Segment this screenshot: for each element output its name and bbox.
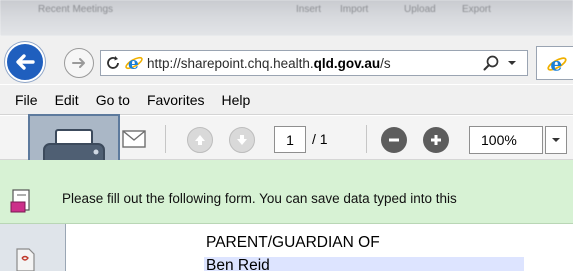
- ribbon-label: Upload: [404, 4, 436, 15]
- menu-file[interactable]: File: [15, 92, 38, 108]
- parent-guardian-value: Ben Reid: [206, 257, 270, 271]
- menu-bar: File Edit Go to Favorites Help: [0, 85, 573, 115]
- ribbon-label: Insert: [296, 4, 322, 15]
- zoom-dropdown-button[interactable]: [545, 126, 567, 154]
- back-arrow-icon: [16, 54, 35, 70]
- arrow-down-icon: [237, 135, 247, 145]
- toolbar-divider: [366, 125, 367, 153]
- menu-edit[interactable]: Edit: [55, 92, 79, 108]
- previous-page-button[interactable]: [187, 127, 213, 153]
- browser-tab[interactable]: e: [536, 46, 573, 80]
- arrow-up-icon: [195, 135, 205, 145]
- url-suffix: /s: [380, 56, 391, 71]
- page-total: / 1: [312, 131, 328, 147]
- ribbon-label: Export: [462, 4, 491, 15]
- email-icon[interactable]: [121, 128, 147, 150]
- form-fill-icon: [10, 189, 30, 213]
- page-number-input[interactable]: 1: [274, 126, 306, 153]
- menu-favorites[interactable]: Favorites: [147, 92, 205, 108]
- zoom-value: 100%: [481, 132, 517, 148]
- attachment-page-icon[interactable]: [12, 246, 38, 271]
- menu-help[interactable]: Help: [222, 92, 251, 108]
- background-ribbon: Recent Meetings Insert Import Upload Exp…: [0, 0, 573, 36]
- zoom-in-button[interactable]: [423, 127, 449, 153]
- plus-icon: [431, 135, 441, 145]
- menu-go-to[interactable]: Go to: [96, 92, 130, 108]
- chevron-down-icon: [552, 138, 560, 142]
- zoom-out-button[interactable]: [381, 127, 407, 153]
- url-domain: qld.gov.au: [313, 56, 381, 71]
- forward-button[interactable]: [64, 48, 94, 78]
- ribbon-label: Recent Meetings: [38, 4, 114, 15]
- forward-arrow-icon: [72, 58, 85, 68]
- form-message-text: Please fill out the following form. You …: [62, 191, 457, 206]
- back-button[interactable]: [5, 42, 45, 82]
- svg-text:e: e: [128, 54, 139, 73]
- minus-icon: [389, 138, 399, 142]
- ribbon-label: Import: [340, 4, 369, 15]
- url-text[interactable]: http://sharepoint.chq.health.qld.gov.au/…: [147, 55, 475, 73]
- toolbar-divider: [165, 125, 166, 153]
- internet-explorer-icon: e: [125, 54, 143, 73]
- url-prefix: http://sharepoint.chq.health.: [147, 56, 314, 71]
- search-icon[interactable]: [482, 54, 500, 72]
- svg-text:e: e: [550, 54, 562, 75]
- internet-explorer-icon: e: [547, 54, 567, 75]
- field-label-parent-guardian: PARENT/GUARDIAN OF: [206, 234, 380, 251]
- next-page-button[interactable]: [229, 127, 255, 153]
- refresh-icon[interactable]: [104, 54, 122, 72]
- chevron-down-icon[interactable]: [506, 57, 518, 69]
